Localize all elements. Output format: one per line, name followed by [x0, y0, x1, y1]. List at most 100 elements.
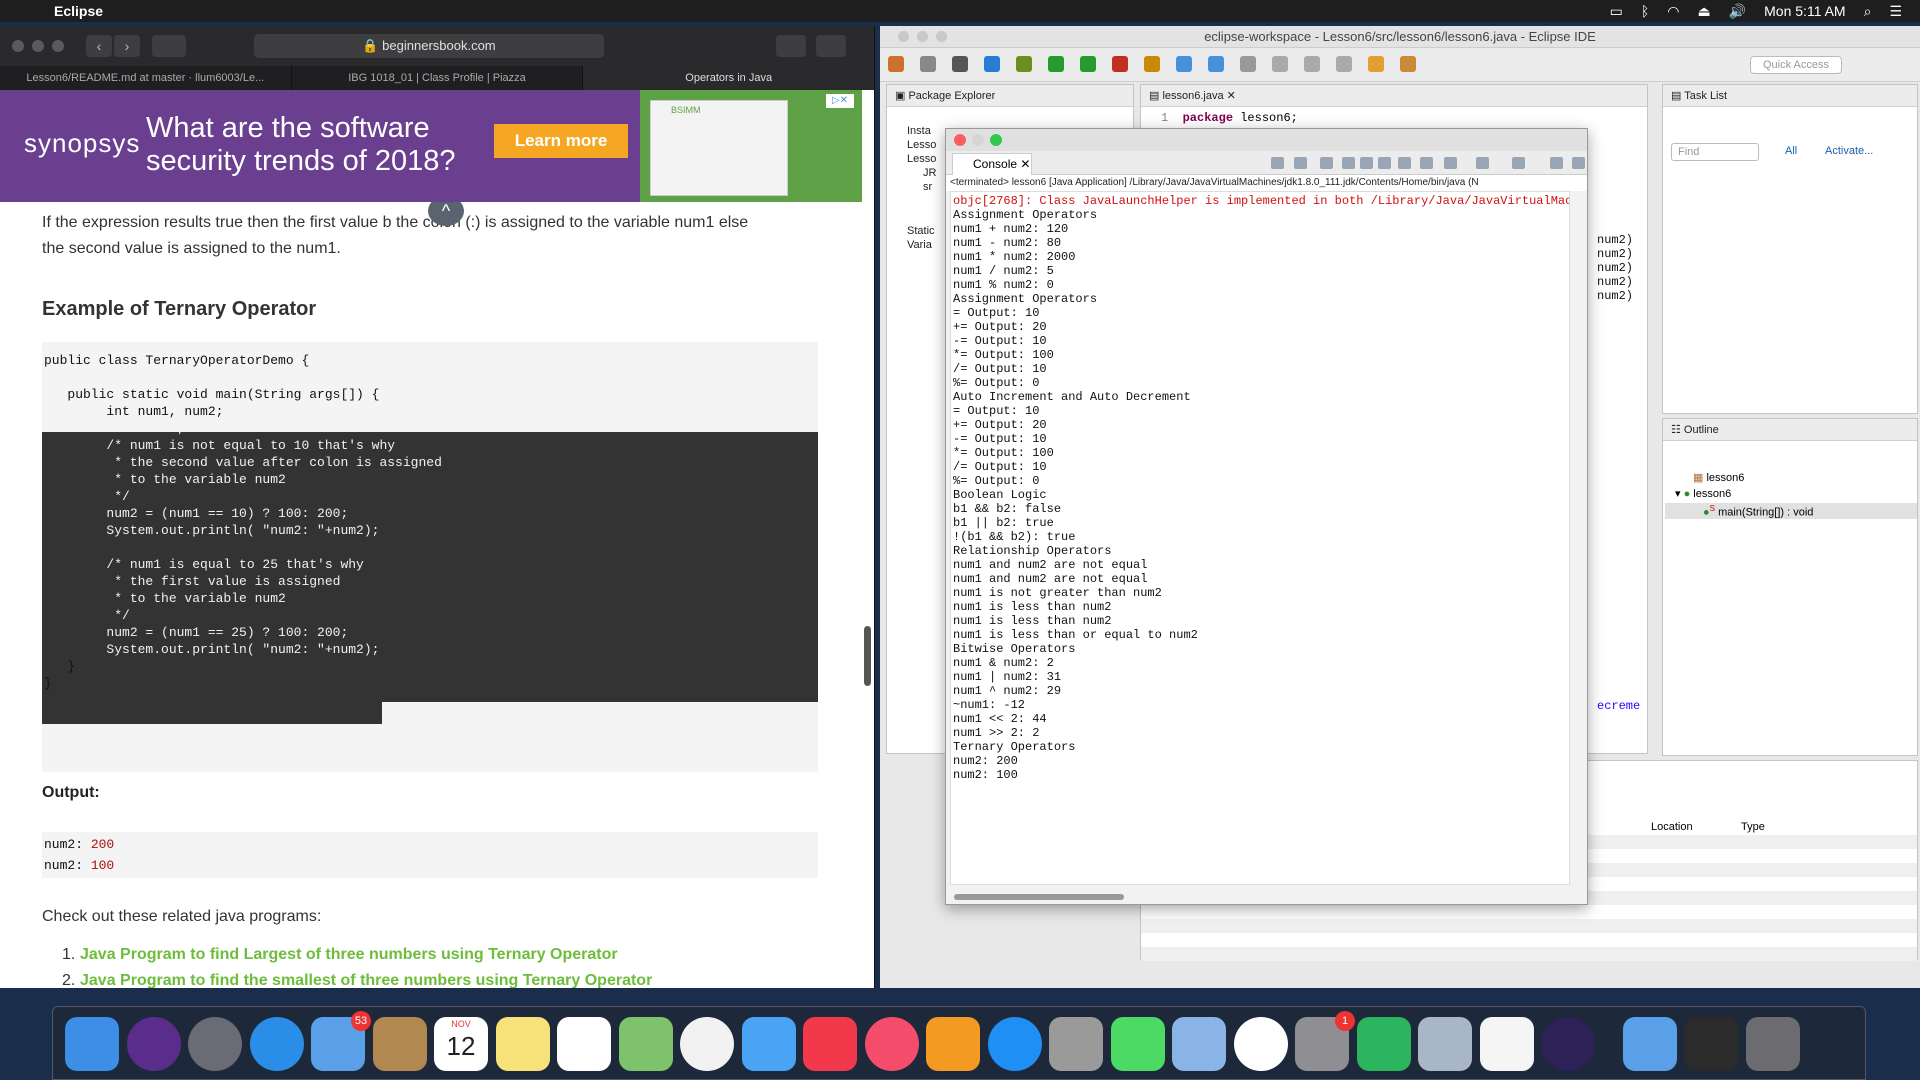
- tab-readme[interactable]: Lesson6/README.md at master · llum6003/L…: [0, 66, 292, 90]
- messages-dock-icon[interactable]: [741, 1017, 796, 1071]
- toolbar-icon[interactable]: [1048, 56, 1064, 72]
- outline-item-class[interactable]: ▾ ● lesson6: [1675, 487, 1731, 500]
- console-zoom-button[interactable]: [990, 134, 1002, 146]
- app-menu[interactable]: Eclipse: [54, 3, 103, 19]
- toolbar-icon[interactable]: [920, 56, 936, 72]
- package-explorer-item[interactable]: JR: [923, 167, 936, 179]
- table-row[interactable]: [1141, 905, 1917, 919]
- sidebar-toggle-button[interactable]: [152, 35, 186, 57]
- table-row[interactable]: [1141, 933, 1917, 947]
- editor-tab[interactable]: ▤ lesson6.java ✕: [1141, 85, 1647, 107]
- quick-access-field[interactable]: Quick Access: [1750, 56, 1842, 74]
- outline-item-method[interactable]: ●S main(String[]) : void: [1703, 504, 1813, 519]
- photos-dock-icon[interactable]: [680, 1017, 734, 1071]
- toolbar-icon[interactable]: [1080, 56, 1096, 72]
- reminders-dock-icon[interactable]: [557, 1017, 611, 1071]
- toolbar-icon[interactable]: [1240, 56, 1256, 72]
- zoom-window-button[interactable]: [52, 40, 64, 52]
- show-stderr-icon[interactable]: [1398, 157, 1411, 169]
- console-horizontal-scrollbar[interactable]: [954, 894, 1124, 900]
- tab-piazza[interactable]: IBG 1018_01 | Class Profile | Piazza: [292, 66, 584, 90]
- ad-close-icon[interactable]: ▷✕: [826, 94, 854, 108]
- calendar-dock-icon[interactable]: NOV 12: [434, 1017, 488, 1071]
- console-output[interactable]: objc[2768]: Class JavaLaunchHelper is im…: [950, 191, 1570, 885]
- ad-learn-more-button[interactable]: Learn more: [494, 124, 628, 158]
- music-dock-icon[interactable]: [864, 1017, 919, 1071]
- related-link-2[interactable]: Java Program to find the smallest of thr…: [80, 972, 652, 988]
- bluetooth-icon[interactable]: ᛒ: [1641, 3, 1649, 19]
- package-explorer-item[interactable]: Lesso: [907, 153, 936, 165]
- news-dock-icon[interactable]: [803, 1017, 857, 1071]
- chrome-dock-icon[interactable]: [1233, 1017, 1288, 1071]
- spotlight-icon[interactable]: ⌕: [1864, 3, 1872, 20]
- task-find-field[interactable]: Find: [1671, 143, 1759, 161]
- package-explorer-item[interactable]: Static: [907, 225, 935, 237]
- scroll-lock-icon[interactable]: [1342, 157, 1355, 169]
- launchpad-dock-icon[interactable]: [188, 1017, 242, 1071]
- toolbar-icon[interactable]: [1368, 56, 1384, 72]
- word-wrap-icon[interactable]: [1360, 157, 1373, 169]
- package-explorer-item[interactable]: Insta: [907, 125, 931, 137]
- column-type[interactable]: Type: [1741, 821, 1765, 833]
- console-close-button[interactable]: [954, 134, 966, 146]
- textedit-dock-icon[interactable]: [1479, 1017, 1534, 1071]
- downloads-dock-icon[interactable]: [1622, 1017, 1677, 1071]
- toolbar-icon[interactable]: [888, 56, 904, 72]
- safari-dock-icon[interactable]: [249, 1017, 304, 1071]
- open-console-icon[interactable]: [1476, 157, 1489, 169]
- console-tab[interactable]: Console ✕: [952, 153, 1032, 175]
- finder-dock-icon[interactable]: [65, 1017, 119, 1071]
- minimize-window-button[interactable]: [32, 40, 44, 52]
- terminal-dock-icon[interactable]: [1684, 1017, 1738, 1071]
- screen-mirroring-icon[interactable]: ▭: [1610, 3, 1623, 20]
- toolbar-icon[interactable]: [1272, 56, 1288, 72]
- remove-launch-icon[interactable]: [1294, 157, 1307, 169]
- toolbar-icon[interactable]: [984, 56, 1000, 72]
- toolbar-icon[interactable]: [1304, 56, 1320, 72]
- siri-dock-icon[interactable]: [126, 1017, 181, 1071]
- new-console-icon[interactable]: [1512, 157, 1525, 169]
- pin-console-icon[interactable]: [1420, 157, 1433, 169]
- clock[interactable]: Mon 5:11 AM: [1764, 3, 1845, 19]
- contacts-dock-icon[interactable]: [372, 1017, 427, 1071]
- task-all-link[interactable]: All: [1785, 145, 1797, 157]
- remove-all-icon[interactable]: [1320, 157, 1333, 169]
- forward-button[interactable]: ›: [114, 35, 140, 57]
- toolbar-icon[interactable]: [952, 56, 968, 72]
- package-explorer-item[interactable]: sr: [923, 181, 932, 193]
- toolbar-icon[interactable]: [1176, 56, 1192, 72]
- maps-dock-icon[interactable]: [618, 1017, 673, 1071]
- toolbar-icon[interactable]: [1208, 56, 1224, 72]
- wifi-icon[interactable]: ◠: [1667, 3, 1679, 20]
- eject-icon[interactable]: ⏏: [1697, 3, 1710, 20]
- toolbar-icon[interactable]: [1016, 56, 1032, 72]
- tabs-overview-button[interactable]: [816, 35, 846, 57]
- sysprefs-dock-icon[interactable]: 1: [1295, 1011, 1355, 1071]
- package-explorer-item[interactable]: Lesso: [907, 139, 936, 151]
- trash-dock-icon[interactable]: [1745, 1017, 1800, 1071]
- column-location[interactable]: Location: [1651, 821, 1693, 833]
- eclipse-close-button[interactable]: [898, 31, 909, 42]
- eclipse-zoom-button[interactable]: [936, 31, 947, 42]
- address-bar[interactable]: 🔒 beginnersbook.com: [254, 34, 604, 58]
- maximize-view-icon[interactable]: [1572, 157, 1585, 169]
- close-window-button[interactable]: [12, 40, 24, 52]
- outline-item-package[interactable]: ▦ lesson6: [1693, 471, 1744, 484]
- share-button[interactable]: [776, 35, 806, 57]
- display-console-icon[interactable]: [1444, 157, 1457, 169]
- volume-icon[interactable]: 🔊: [1729, 3, 1746, 20]
- package-explorer-item[interactable]: Varia: [907, 239, 932, 251]
- notes-dock-icon[interactable]: [495, 1017, 550, 1071]
- check-dock-icon[interactable]: [1356, 1017, 1411, 1071]
- mail-dock-icon[interactable]: 53: [311, 1011, 371, 1071]
- scripts-dock-icon[interactable]: [1049, 1017, 1103, 1071]
- box-dock-icon[interactable]: [1172, 1017, 1226, 1071]
- advertisement-banner[interactable]: synopsys What are the software security …: [0, 90, 862, 202]
- terminate-icon[interactable]: [1271, 157, 1284, 169]
- toolbar-icon[interactable]: [1112, 56, 1128, 72]
- related-link-1[interactable]: Java Program to find Largest of three nu…: [80, 946, 618, 964]
- tab-operators-in-java[interactable]: Operators in Java: [583, 66, 874, 90]
- eclipse-minimize-button[interactable]: [917, 31, 928, 42]
- task-activate-link[interactable]: Activate...: [1825, 145, 1873, 157]
- facetime-dock-icon[interactable]: [1110, 1017, 1165, 1071]
